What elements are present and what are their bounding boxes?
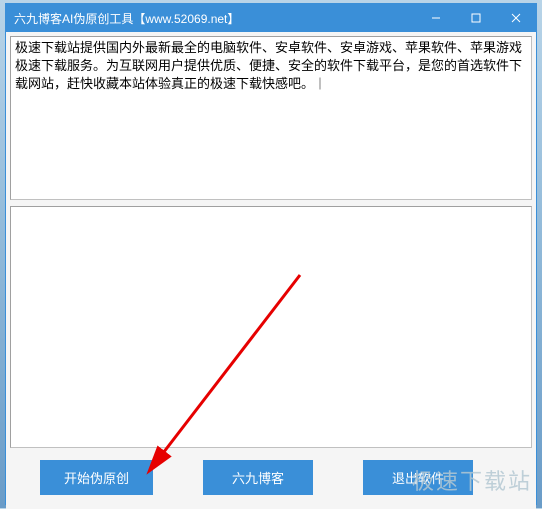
- blog-button[interactable]: 六九博客: [203, 460, 313, 495]
- minimize-button[interactable]: [416, 4, 456, 32]
- output-textarea[interactable]: [11, 207, 531, 447]
- button-row: 开始伪原创 六九博客 退出软件: [10, 454, 532, 505]
- exit-button[interactable]: 退出软件: [363, 460, 473, 495]
- minimize-icon: [431, 13, 441, 23]
- titlebar: 六九博客AI伪原创工具【www.52069.net】: [6, 4, 536, 32]
- app-window: 六九博客AI伪原创工具【www.52069.net】 极速下载站提供国内外最新最…: [5, 3, 537, 505]
- input-container: 极速下载站提供国内外最新最全的电脑软件、安卓软件、安卓游戏、苹果软件、苹果游戏极…: [10, 36, 532, 200]
- close-button[interactable]: [496, 4, 536, 32]
- maximize-button[interactable]: [456, 4, 496, 32]
- window-title: 六九博客AI伪原创工具【www.52069.net】: [14, 10, 239, 27]
- output-container: [10, 206, 532, 448]
- content-area: 极速下载站提供国内外最新最全的电脑软件、安卓软件、安卓游戏、苹果软件、苹果游戏极…: [6, 32, 536, 509]
- close-icon: [511, 13, 521, 23]
- input-textarea[interactable]: 极速下载站提供国内外最新最全的电脑软件、安卓软件、安卓游戏、苹果软件、苹果游戏极…: [11, 37, 531, 199]
- start-button[interactable]: 开始伪原创: [40, 460, 153, 495]
- maximize-icon: [471, 13, 481, 23]
- window-controls: [416, 4, 536, 32]
